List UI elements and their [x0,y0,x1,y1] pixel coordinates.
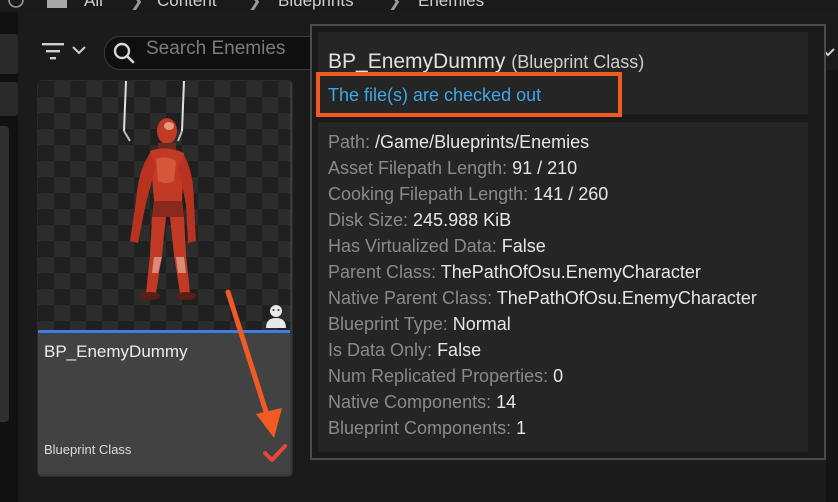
filter-button[interactable] [38,36,94,66]
breadcrumb-item-content[interactable]: Content [157,0,217,11]
chevron-right-icon: ❯ [388,0,402,10]
property-row: Disk Size: 245.988 KiB [328,210,512,230]
folder-icon[interactable] [46,0,68,10]
chevron-right-icon: ❯ [130,0,144,10]
tooltip-asset-name: BP_EnemyDummy [328,50,506,73]
property-row: Asset Filepath Length: 91 / 210 [328,158,578,178]
tooltip-title: BP_EnemyDummy (Blueprint Class) [328,50,644,74]
property-row: Cooking Filepath Length: 141 / 260 [328,184,609,204]
tooltip-asset-class: (Blueprint Class) [511,52,645,72]
search-placeholder: Search Enemies [146,38,286,59]
asset-view-scrollbar[interactable] [826,70,838,502]
sources-tab[interactable] [0,34,18,74]
breadcrumb-item-enemies[interactable]: Enemies [418,0,484,11]
annotation-arrow [225,289,282,438]
property-row: Native Parent Class: ThePathOfOsu.EnemyC… [328,288,757,308]
property-row: Path: /Game/Blueprints/Enemies [328,132,590,152]
filter-icon [42,43,64,60]
breadcrumb-item-blueprints[interactable]: Blueprints [278,0,354,11]
property-row: Blueprint Components: 1 [328,418,527,438]
property-row: Parent Class: ThePathOfOsu.EnemyCharacte… [328,262,701,282]
asset-name: BP_EnemyDummy [44,342,188,361]
property-row: Num Replicated Properties: 0 [328,366,564,386]
annotation-highlight-box [316,72,622,117]
breadcrumb-item-all[interactable]: All [84,0,103,11]
sources-scrollbar[interactable] [0,126,9,422]
history-icon[interactable] [6,0,26,10]
asset-type-label: Blueprint Class [44,442,132,457]
property-row: Native Components: 14 [328,392,517,412]
chevron-down-icon [72,46,86,55]
property-row: Has Virtualized Data: False [328,236,546,256]
breadcrumb: All ❯ Content ❯ Blueprints ❯ Enemies [0,0,838,12]
checked-out-icon [263,444,287,462]
collections-tab[interactable] [0,82,18,116]
search-icon [113,42,135,64]
chevron-right-icon: ❯ [248,0,262,10]
property-row: Blueprint Type: Normal [328,314,511,334]
property-row: Is Data Only: False [328,340,482,360]
